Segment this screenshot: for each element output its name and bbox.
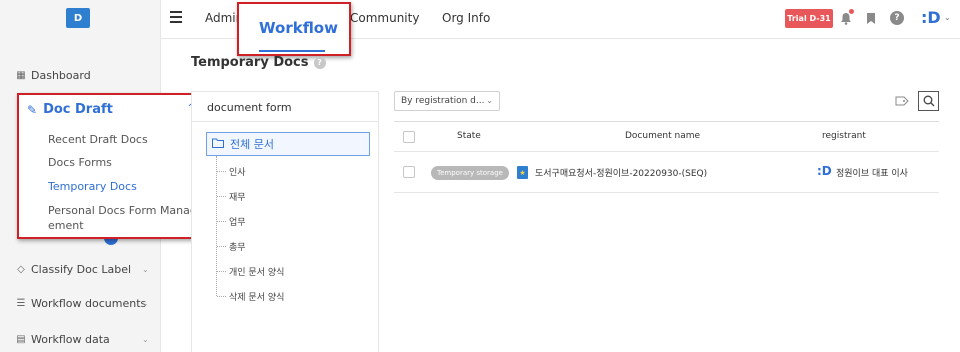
document-name-link[interactable]: 도서구매요청서-정원이브-20220930-(SEQ) xyxy=(535,166,707,179)
chevron-down-icon: ⌄ xyxy=(142,265,149,274)
tree-root-label: 전체 문서 xyxy=(230,138,274,151)
sidebar-item-workflow-documents[interactable]: ☰ Workflow documents ⌄ xyxy=(16,297,149,310)
data-icon: ▤ xyxy=(16,334,26,345)
brand-logo[interactable]: :D xyxy=(921,8,941,27)
company-logo[interactable]: D xyxy=(66,8,90,28)
sidebar-item-doc-draft[interactable]: ✎ Doc Draft xyxy=(27,102,113,117)
sidebar-item-workflow-data[interactable]: ▤ Workflow data ⌄ xyxy=(16,333,148,346)
notification-dot xyxy=(849,9,854,14)
page-title: Temporary Docs ? xyxy=(191,55,326,70)
pencil-icon: ✎ xyxy=(27,102,38,117)
nav-workflow-highlight[interactable]: Workflow xyxy=(237,2,351,56)
search-icon xyxy=(923,95,934,107)
avatar: :D xyxy=(817,164,832,178)
tree-connector xyxy=(216,156,217,296)
chevron-down-icon: ⌄ xyxy=(142,299,149,308)
tree-header: document form xyxy=(192,92,378,122)
logo-area: D xyxy=(0,0,161,39)
nav-community[interactable]: Community xyxy=(350,11,419,25)
chevron-down-icon[interactable]: ⌄ xyxy=(944,13,951,22)
submenu-personal-docs-form-management[interactable]: Personal Docs Form Manag ement xyxy=(48,203,200,233)
table-row[interactable]: Temporary storage ★ 도서구매요청서-정원이브-2022093… xyxy=(394,152,939,193)
column-header-state[interactable]: State xyxy=(457,131,481,141)
doc-draft-title: Doc Draft xyxy=(43,102,113,117)
submenu-recent-draft-docs[interactable]: Recent Draft Docs xyxy=(48,133,148,146)
doc-draft-menu: ✎ Doc Draft ⌃ Recent Draft Docs Docs For… xyxy=(17,93,205,239)
select-all-checkbox[interactable] xyxy=(403,131,415,143)
help-icon[interactable]: ? xyxy=(890,11,904,25)
chevron-down-icon: ⌄ xyxy=(486,96,493,105)
tree-root-all-documents[interactable]: 전체 문서 xyxy=(206,132,370,156)
row-checkbox[interactable] xyxy=(403,166,415,178)
menu-icon[interactable] xyxy=(170,11,182,23)
sidebar-item-label: Workflow documents xyxy=(31,297,147,310)
submenu-docs-forms[interactable]: Docs Forms xyxy=(48,156,112,169)
trial-badge[interactable]: Trial D-31 xyxy=(785,9,833,28)
tree-node[interactable]: 총무 xyxy=(217,240,246,253)
sidebar-item-classify-doc-label[interactable]: ◇ Classify Doc Label ⌄ xyxy=(16,263,149,276)
sidebar-item-label: Dashboard xyxy=(31,69,91,82)
search-button[interactable] xyxy=(918,91,939,111)
sort-select-value: By registration d... xyxy=(401,96,485,106)
status-badge: Temporary storage xyxy=(431,166,509,180)
label-tag-button[interactable] xyxy=(893,93,911,109)
column-header-registrant[interactable]: registrant xyxy=(822,131,866,141)
tree-header-label: document form xyxy=(207,101,292,114)
top-bar: D Admin Community Org Info Trial D-31 ? … xyxy=(0,0,960,39)
page-title-text: Temporary Docs xyxy=(191,55,309,70)
tag-icon: ◇ xyxy=(17,264,25,275)
bookmark-icon[interactable] xyxy=(863,10,879,26)
help-icon[interactable]: ? xyxy=(313,56,326,69)
tree-node[interactable]: 재무 xyxy=(217,190,246,203)
sidebar-item-label: Workflow data xyxy=(31,333,110,346)
tree-node[interactable]: 인사 xyxy=(217,165,246,178)
sidebar-item-dashboard[interactable]: ▦ Dashboard xyxy=(16,69,91,82)
dashboard-icon: ▦ xyxy=(16,70,26,81)
submenu-temporary-docs[interactable]: Temporary Docs xyxy=(48,180,137,193)
chevron-down-icon: ⌄ xyxy=(142,335,149,344)
tree-node[interactable]: 업무 xyxy=(217,215,246,228)
tree-node[interactable]: 삭제 문서 양식 xyxy=(216,290,284,303)
nav-org-info[interactable]: Org Info xyxy=(442,11,490,25)
column-header-document-name[interactable]: Document name xyxy=(625,131,700,141)
registrant-name: 정원이브 대표 이사 xyxy=(836,169,908,179)
table-header: State Document name registrant xyxy=(394,121,939,152)
document-form-tree: document form 전체 문서 인사 재무 업무 총무 개인 문서 양식… xyxy=(191,91,379,352)
sidebar-item-label: Classify Doc Label xyxy=(31,263,132,276)
tree-node[interactable]: 개인 문서 양식 xyxy=(216,265,284,278)
database-icon: ☰ xyxy=(16,298,26,309)
active-tab-underline xyxy=(259,50,325,52)
folder-icon xyxy=(212,138,224,151)
sort-select[interactable]: By registration d... ⌄ xyxy=(394,91,500,111)
nav-workflow[interactable]: Workflow xyxy=(259,19,338,37)
document-icon: ★ xyxy=(517,166,528,179)
